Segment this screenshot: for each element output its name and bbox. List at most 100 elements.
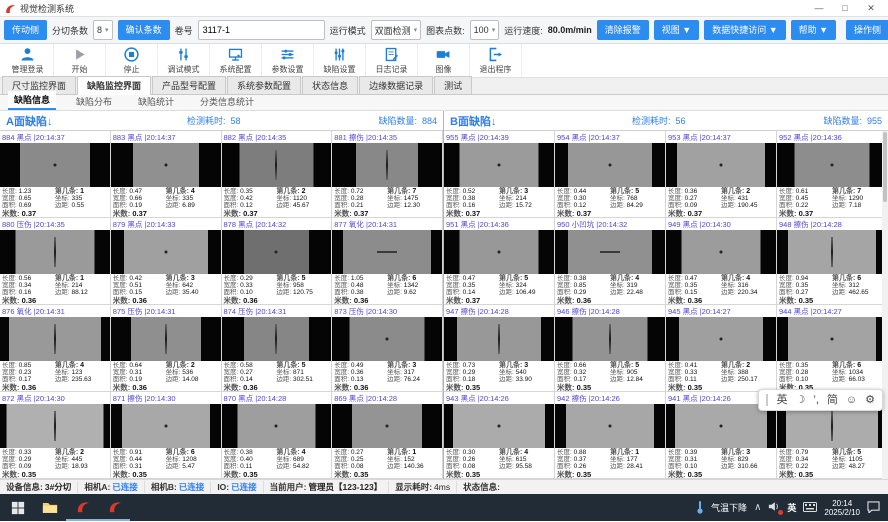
defect-image[interactable] [444, 143, 554, 187]
sub-tab-3[interactable]: 分类信息统计 [194, 93, 260, 110]
clear-alarm-button[interactable]: 清除报警 [597, 20, 649, 40]
action-start-button[interactable]: 开始 [54, 44, 106, 77]
defect-cell[interactable]: 874 压伤 |20:14:31 长度: 0.58 宽度: 0.27 面积: 0… [222, 305, 333, 392]
action-stop-button[interactable]: 停止 [106, 44, 158, 77]
weather-text[interactable]: 气温下降 [711, 501, 747, 514]
sub-tab-2[interactable]: 缺陷统计 [132, 93, 180, 110]
action-sysconfig-button[interactable]: 系统配置 [210, 44, 262, 77]
defect-cell[interactable]: 954 黑点 |20:14:37 长度: 0.44 宽度: 0.30 面积: 0… [555, 131, 666, 218]
defect-cell[interactable]: 875 压伤 |20:14:31 长度: 0.64 宽度: 0.31 面积: 0… [111, 305, 222, 392]
operator-side-button[interactable]: 操作侧 [846, 20, 888, 40]
defect-cell[interactable]: 953 黑点 |20:14:37 长度: 0.36 宽度: 0.27 面积: 0… [666, 131, 777, 218]
defect-cell[interactable]: 944 黑点 |20:14:27 长度: 0.35 宽度: 0.28 面积: 0… [777, 305, 888, 392]
main-tab-2[interactable]: 产品型号配置 [152, 76, 226, 94]
defect-image[interactable] [0, 404, 110, 448]
action-log-button[interactable]: 日志记录 [366, 44, 418, 77]
view-menu-button[interactable]: 视图 ▼ [654, 20, 699, 40]
slit-count-select[interactable]: 8 ▾ [93, 20, 113, 40]
defect-cell[interactable]: 946 擦伤 |20:14:28 长度: 0.66 宽度: 0.32 面积: 0… [555, 305, 666, 392]
defect-cell[interactable]: 942 擦伤 |20:14:26 长度: 0.88 宽度: 0.37 面积: 0… [555, 392, 666, 479]
action-image-button[interactable]: 图像 [418, 44, 470, 77]
defect-cell[interactable]: 951 黑点 |20:14:36 长度: 0.47 宽度: 0.35 面积: 0… [444, 218, 555, 305]
taskbar-clock[interactable]: 20:14 2025/2/10 [824, 499, 860, 517]
main-tab-6[interactable]: 测试 [434, 76, 472, 94]
defect-cell[interactable]: 877 氧化 |20:14:31 长度: 1.05 宽度: 0.48 面积: 0… [332, 218, 443, 305]
defect-cell[interactable]: 949 黑点 |20:14:30 长度: 0.47 宽度: 0.35 面积: 0… [666, 218, 777, 305]
ime-moon-icon[interactable]: ☽ [796, 390, 806, 410]
defect-cell[interactable]: 882 黑点 |20:14:35 长度: 0.35 宽度: 0.42 面积: 0… [222, 131, 333, 218]
defect-image[interactable] [332, 143, 442, 187]
file-explorer-icon[interactable] [34, 494, 66, 521]
defect-cell[interactable]: 870 黑点 |20:14:28 长度: 0.38 宽度: 0.40 面积: 0… [222, 392, 333, 479]
defect-cell[interactable]: 871 擦伤 |20:14:30 长度: 0.91 宽度: 0.44 面积: 0… [111, 392, 222, 479]
defect-cell[interactable]: 881 擦伤 |20:14:35 长度: 0.72 宽度: 0.28 面积: 0… [332, 131, 443, 218]
defect-cell[interactable]: 947 擦伤 |20:14:28 长度: 0.73 宽度: 0.29 面积: 0… [444, 305, 555, 392]
defect-cell[interactable]: 880 压伤 |20:14:35 长度: 0.56 宽度: 0.34 面积: 0… [0, 218, 111, 305]
close-button[interactable]: ✕ [858, 1, 884, 15]
defect-image[interactable] [666, 230, 776, 274]
defect-image[interactable] [332, 230, 442, 274]
drive-side-button[interactable]: 传动侧 [4, 20, 47, 40]
defect-image[interactable] [777, 143, 887, 187]
main-tab-4[interactable]: 状态信息 [302, 76, 358, 94]
run-mode-select[interactable]: 双面检测 ▾ [371, 20, 422, 40]
defect-cell[interactable]: 883 黑点 |20:14:37 长度: 0.47 宽度: 0.66 面积: 0… [111, 131, 222, 218]
volume-icon[interactable] [768, 501, 780, 514]
defect-image[interactable] [555, 230, 665, 274]
main-tab-1[interactable]: 缺陷监控界面 [77, 76, 151, 95]
action-params-button[interactable]: 参数设置 [262, 44, 314, 77]
defect-image[interactable] [111, 230, 221, 274]
inspection-app-taskbar-icon-2[interactable] [98, 494, 130, 521]
minimize-button[interactable]: — [806, 1, 832, 15]
defect-image[interactable] [555, 317, 665, 361]
defect-image[interactable] [222, 230, 332, 274]
defect-image[interactable] [777, 317, 887, 361]
data-quick-access-button[interactable]: 数据快捷访问 ▼ [704, 20, 785, 40]
ime-simplified-mode[interactable]: 简 [827, 390, 838, 410]
chart-points-select[interactable]: 100 ▾ [470, 20, 500, 40]
defect-image[interactable] [0, 230, 110, 274]
defect-image[interactable] [222, 143, 332, 187]
defect-cell[interactable]: 952 黑点 |20:14:36 长度: 0.61 宽度: 0.45 面积: 0… [777, 131, 888, 218]
sub-tab-1[interactable]: 缺陷分布 [70, 93, 118, 110]
defect-cell[interactable]: 879 黑点 |20:14:33 长度: 0.42 宽度: 0.51 面积: 0… [111, 218, 222, 305]
ime-punctuation[interactable]: ’, [813, 390, 819, 410]
defect-cell[interactable]: 955 黑点 |20:14:39 长度: 0.52 宽度: 0.38 面积: 0… [444, 131, 555, 218]
panel-b-scrollbar[interactable] [882, 131, 888, 479]
defect-image[interactable] [111, 143, 221, 187]
action-defectset-button[interactable]: 缺陷设置 [314, 44, 366, 77]
ime-toolbar[interactable]: 英☽’,简☺⚙ [758, 389, 883, 411]
defect-image[interactable] [666, 317, 776, 361]
main-tab-5[interactable]: 边缘数据记录 [359, 76, 433, 94]
defect-cell[interactable]: 943 黑点 |20:14:26 长度: 0.30 宽度: 0.26 面积: 0… [444, 392, 555, 479]
defect-image[interactable] [777, 230, 887, 274]
action-debug-button[interactable]: 调试模式 [158, 44, 210, 77]
maximize-button[interactable]: □ [832, 1, 858, 15]
defect-image[interactable] [332, 404, 442, 448]
inspection-app-taskbar-icon[interactable] [66, 494, 98, 521]
defect-image[interactable] [222, 404, 332, 448]
defect-image[interactable] [555, 404, 665, 448]
confirm-count-button[interactable]: 确认条数 [118, 20, 170, 40]
defect-cell[interactable]: 876 氧化 |20:14:31 长度: 0.85 宽度: 0.23 面积: 0… [0, 305, 111, 392]
notification-center-icon[interactable] [867, 501, 880, 515]
defect-cell[interactable]: 945 黑点 |20:14:27 长度: 0.41 宽度: 0.33 面积: 0… [666, 305, 777, 392]
main-tab-3[interactable]: 系统参数配置 [227, 76, 301, 94]
ime-drag-handle[interactable] [766, 394, 769, 406]
ime-emoji-icon[interactable]: ☺ [846, 390, 857, 410]
defect-cell[interactable]: 950 小凹坑 |20:14:32 长度: 0.38 宽度: 0.85 面积: … [555, 218, 666, 305]
defect-image[interactable] [444, 230, 554, 274]
defect-image[interactable] [0, 143, 110, 187]
ime-keyboard-icon[interactable] [803, 502, 817, 514]
ime-english-mode[interactable]: 英 [777, 390, 788, 410]
action-exit-button[interactable]: 退出程序 [470, 44, 522, 77]
defect-image[interactable] [332, 317, 442, 361]
roll-number-input[interactable] [198, 20, 325, 40]
defect-cell[interactable]: 884 黑点 |20:14:37 长度: 1.23 宽度: 0.65 面积: 0… [0, 131, 111, 218]
input-language-indicator[interactable]: 英 [787, 501, 796, 514]
defect-image[interactable] [111, 404, 221, 448]
action-login-button[interactable]: 管理登录 [2, 44, 54, 77]
defect-cell[interactable]: 873 压伤 |20:14:30 长度: 0.49 宽度: 0.36 面积: 0… [332, 305, 443, 392]
defect-image[interactable] [666, 143, 776, 187]
defect-image[interactable] [222, 317, 332, 361]
